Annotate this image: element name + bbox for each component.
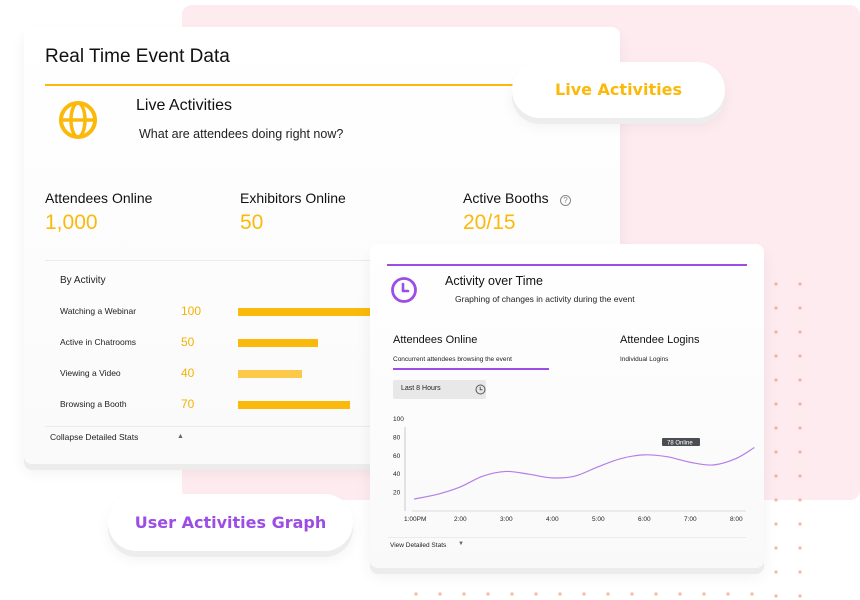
caret-down-icon[interactable]: ▼ <box>458 541 464 547</box>
decor-dot <box>438 592 442 596</box>
decor-dot <box>462 570 466 574</box>
activity-over-time-card: Activity over Time Graphing of changes i… <box>370 244 764 568</box>
activity-bar <box>238 401 350 409</box>
y-tick-label: 100 <box>393 416 404 423</box>
decor-dot <box>798 594 802 598</box>
activity-bar <box>238 370 302 378</box>
decor-dot <box>750 592 754 596</box>
decor-dot <box>726 592 730 596</box>
decor-dot <box>774 522 778 526</box>
decor-dot <box>798 570 802 574</box>
decor-dot <box>414 570 418 574</box>
x-tick-label: 1:00PM <box>404 516 426 523</box>
accent-divider <box>45 84 565 86</box>
caret-up-icon[interactable]: ▲ <box>177 433 184 440</box>
section-title: Live Activities <box>136 97 233 114</box>
by-activity-heading: By Activity <box>60 275 106 286</box>
graph-card-subtitle: Graphing of changes in activity during t… <box>455 294 635 304</box>
decor-dot <box>630 592 634 596</box>
live-activities-pill[interactable]: Live Activities <box>512 62 725 118</box>
globe-icon <box>59 101 97 139</box>
clock-icon <box>391 277 417 303</box>
stat-value-booths: 20/15 <box>463 211 516 234</box>
tab-attendee-logins[interactable]: Attendee Logins <box>620 334 700 346</box>
decor-dot <box>606 570 610 574</box>
decor-dot <box>534 570 538 574</box>
decor-dot <box>798 522 802 526</box>
chart-tooltip: 78 Online <box>662 438 700 447</box>
y-tick-label: 60 <box>393 453 401 460</box>
decor-dot <box>774 546 778 550</box>
time-range-value: Last 8 Hours <box>401 385 441 392</box>
decor-dot <box>534 592 538 596</box>
decor-dot <box>582 570 586 574</box>
tab-attendee-logins-subtitle: Individual Logins <box>620 356 669 363</box>
graph-card-title: Activity over Time <box>445 274 543 288</box>
user-activities-graph-pill[interactable]: User Activities Graph <box>108 494 353 551</box>
x-tick-label: 6:00 <box>638 516 651 523</box>
activity-label: Browsing a Booth <box>60 399 127 409</box>
decor-dot <box>510 592 514 596</box>
x-tick-label: 4:00 <box>546 516 559 523</box>
decor-dot <box>462 592 466 596</box>
activity-label: Viewing a Video <box>60 368 121 378</box>
collapse-detailed-stats-button[interactable]: Collapse Detailed Stats <box>50 432 138 442</box>
decor-dot <box>726 570 730 574</box>
attendees-online-line-chart: 20 40 60 80 100 1:00PM 2:00 3:00 4:00 5:00 6:00 7:… <box>393 416 755 523</box>
stat-label-exhibitors: Exhibitors Online <box>240 190 346 206</box>
decor-dot <box>486 570 490 574</box>
x-tick-label: 5:00 <box>592 516 605 523</box>
decor-dot <box>582 592 586 596</box>
decor-dot <box>414 592 418 596</box>
clock-icon <box>475 384 486 395</box>
card-title: Real Time Event Data <box>45 46 230 67</box>
stat-label-attendees: Attendees Online <box>45 190 153 206</box>
decor-dot <box>678 570 682 574</box>
x-tick-label: 7:00 <box>684 516 697 523</box>
decor-dot <box>750 570 754 574</box>
decor-dot <box>438 570 442 574</box>
active-tab-indicator <box>393 368 549 370</box>
decor-dot <box>678 592 682 596</box>
y-tick-label: 80 <box>393 434 401 441</box>
x-tick-label: 8:00 <box>730 516 743 523</box>
decor-dot <box>702 592 706 596</box>
activity-value: 50 <box>181 335 195 349</box>
tab-attendees-online[interactable]: Attendees Online <box>393 334 477 346</box>
decor-dot <box>798 546 802 550</box>
activity-label: Watching a Webinar <box>60 306 137 316</box>
activity-value: 70 <box>181 397 195 411</box>
decor-dot <box>654 592 658 596</box>
y-tick-label: 20 <box>393 490 401 497</box>
stat-value-exhibitors: 50 <box>240 211 264 234</box>
activity-value: 100 <box>181 304 202 318</box>
decor-dot <box>558 570 562 574</box>
x-tick-label: 3:00 <box>500 516 513 523</box>
time-range-select[interactable]: Last 8 Hours <box>393 380 486 399</box>
decor-dot <box>606 592 610 596</box>
decor-dot <box>702 570 706 574</box>
activity-value: 40 <box>181 366 195 380</box>
decor-dot <box>774 594 778 598</box>
graph-divider <box>388 537 746 538</box>
decor-dot <box>486 592 490 596</box>
decor-dot <box>774 570 778 574</box>
decor-dot <box>630 570 634 574</box>
accent-divider <box>387 264 747 266</box>
y-tick-label: 40 <box>393 471 401 478</box>
stat-label-booths: Active Booths <box>463 190 549 206</box>
stat-value-attendees: 1,000 <box>45 211 98 234</box>
section-subtitle: What are attendees doing right now? <box>139 127 344 141</box>
activity-label: Active in Chatrooms <box>60 337 137 347</box>
question-circle-icon[interactable]: ? <box>560 195 571 206</box>
series-line-attendees-online <box>413 447 755 500</box>
view-detailed-stats-button[interactable]: View Detailed Stats <box>390 542 446 549</box>
decor-dot <box>510 570 514 574</box>
decor-dot <box>558 592 562 596</box>
tab-attendees-online-subtitle: Concurrent attendees browsing the event <box>393 356 512 363</box>
activity-bar <box>238 339 318 347</box>
decor-dot <box>654 570 658 574</box>
tooltip-label: 78 Online <box>667 441 693 447</box>
x-tick-label: 2:00 <box>454 516 467 523</box>
